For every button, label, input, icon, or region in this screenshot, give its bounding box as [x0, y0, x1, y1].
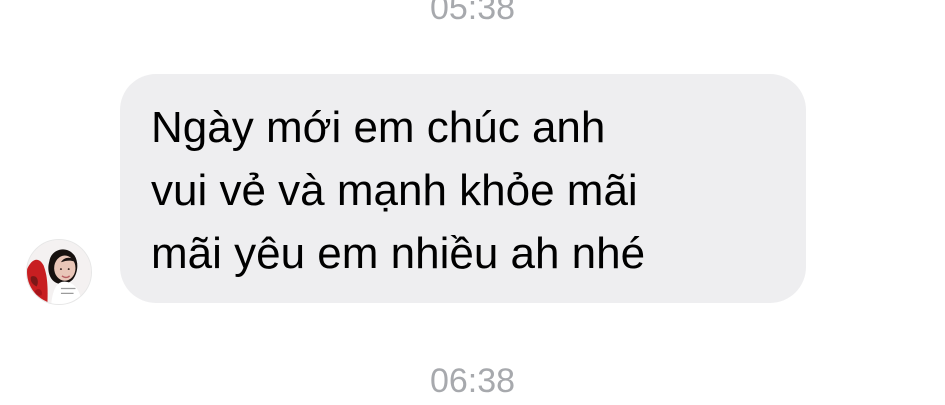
message-timestamp-top: 05:38 — [429, 0, 516, 27]
received-message-bubble[interactable]: Ngày mới em chúc anh vui vẻ và mạnh khỏe… — [120, 74, 806, 303]
profile-photo-icon — [27, 240, 91, 304]
message-line-2: vui vẻ và mạnh khỏe mãi — [151, 166, 638, 215]
message-timestamp-bottom: 06:38 — [429, 362, 516, 400]
message-line-1: Ngày mới em chúc anh — [151, 103, 606, 152]
message-line-3: mãi yêu em nhiều ah nhé — [151, 229, 646, 278]
sender-avatar[interactable] — [26, 239, 92, 305]
